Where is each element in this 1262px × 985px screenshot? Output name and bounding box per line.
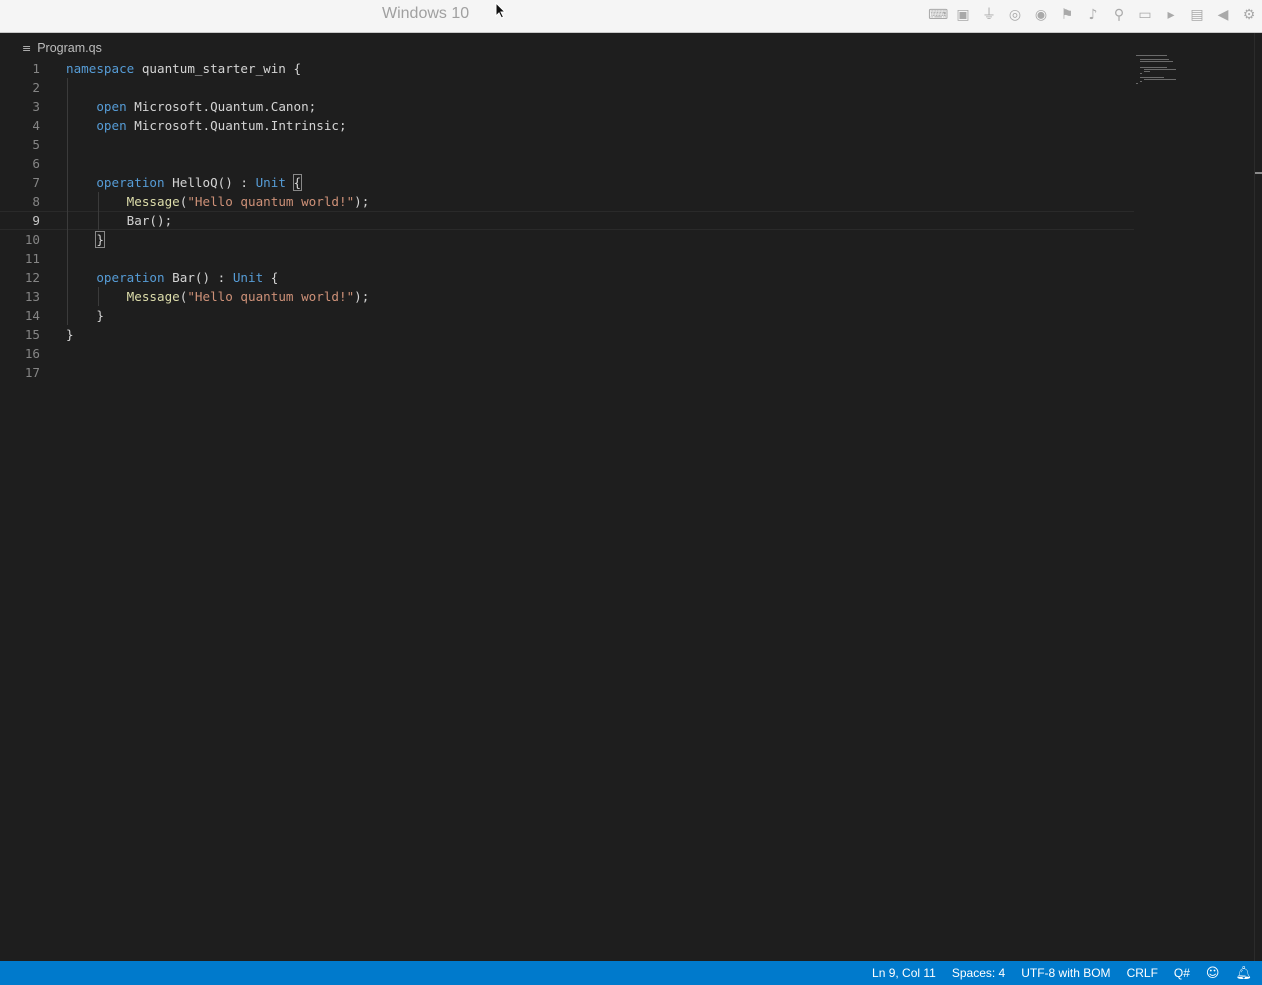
line-number: 10	[24, 232, 40, 247]
code-line[interactable]: 8 Message("Hello quantum world!");	[0, 192, 1134, 211]
line-number: 4	[32, 118, 40, 133]
file-encoding[interactable]: UTF-8 with BOM	[1021, 966, 1110, 980]
code-line[interactable]: 10 }	[0, 230, 1134, 249]
line-number: 3	[32, 99, 40, 114]
cursor-position[interactable]: Ln 9, Col 11	[872, 966, 936, 980]
line-number: 13	[24, 289, 40, 304]
feedback-icon[interactable]: ☺	[1206, 966, 1220, 981]
minimap-line	[1144, 71, 1150, 72]
line-number: 14	[24, 308, 40, 323]
code-text[interactable]: operation HelloQ() : Unit {	[66, 173, 303, 192]
minimap-line	[1136, 83, 1138, 84]
line-ending[interactable]: CRLF	[1127, 966, 1158, 980]
code-line[interactable]: 7 operation HelloQ() : Unit {	[0, 173, 1134, 192]
code-text[interactable]: namespace quantum_starter_win {	[66, 59, 301, 78]
minimap-line	[1144, 79, 1176, 80]
breadcrumb-filename[interactable]: Program.qs	[37, 41, 102, 55]
cd-disabled-icon[interactable]: ◎	[1006, 6, 1024, 24]
line-number: 11	[24, 251, 40, 266]
code-text[interactable]: open Microsoft.Quantum.Canon;	[66, 97, 316, 116]
shared-folder-icon[interactable]: ▤	[1188, 6, 1206, 24]
minimap-line	[1140, 77, 1164, 78]
network-icon[interactable]: ⚑	[1058, 6, 1076, 24]
minimap-line	[1140, 67, 1167, 68]
vertical-scrollbar[interactable]	[1254, 33, 1262, 961]
code-line[interactable]: 4 open Microsoft.Quantum.Intrinsic;	[0, 116, 1134, 135]
code-text[interactable]: Message("Hello quantum world!");	[66, 192, 370, 211]
code-line[interactable]: 14 }	[0, 306, 1134, 325]
line-number: 7	[32, 175, 40, 190]
code-line[interactable]: 1 namespace quantum_starter_win {	[0, 59, 1134, 78]
code-area[interactable]: 1 namespace quantum_starter_win { 2 3 open …	[0, 59, 1134, 382]
minimap[interactable]	[1136, 55, 1254, 95]
usb-icon[interactable]: ⏚	[980, 6, 998, 24]
microphone-icon[interactable]: ⚲	[1110, 6, 1128, 24]
line-number: 1	[32, 61, 40, 76]
code-text[interactable]: open Microsoft.Quantum.Intrinsic;	[66, 116, 346, 135]
line-number: 12	[24, 270, 40, 285]
indent-guide	[67, 78, 68, 325]
code-line[interactable]: 9 Bar();	[0, 211, 1134, 230]
code-line[interactable]: 11	[0, 249, 1134, 268]
minimap-line	[1140, 59, 1169, 60]
line-number: 8	[32, 194, 40, 209]
line-number: 6	[32, 156, 40, 171]
indentation-setting[interactable]: Spaces: 4	[952, 966, 1005, 980]
minimap-line	[1136, 55, 1167, 56]
code-editor[interactable]: ≡ Program.qs 1 namespace quantum_starter_…	[0, 33, 1262, 961]
speaker-icon[interactable]: ♪	[1084, 6, 1102, 24]
line-number: 16	[24, 346, 40, 361]
back-arrow-icon[interactable]: ◀	[1214, 6, 1232, 24]
scroll-position-marker	[1255, 172, 1262, 174]
vm-window-title: Windows 10	[382, 5, 470, 22]
line-number: 9	[32, 213, 40, 228]
code-line[interactable]: 2	[0, 78, 1134, 97]
minimap-line	[1140, 61, 1173, 62]
keyboard-icon[interactable]: ⌨	[928, 6, 948, 24]
language-mode[interactable]: Q#	[1174, 966, 1190, 980]
mouse-pointer-icon	[495, 2, 507, 19]
floppy-icon[interactable]: ▭	[1136, 6, 1154, 24]
indent-guide	[98, 287, 99, 306]
indent-guide	[98, 192, 99, 230]
code-line[interactable]: 6	[0, 154, 1134, 173]
status-bar-right: Ln 9, Col 11 Spaces: 4 UTF-8 with BOM CR…	[872, 961, 1252, 985]
minimap-line	[1140, 73, 1142, 74]
code-line[interactable]: 12 operation Bar() : Unit {	[0, 268, 1134, 287]
code-line[interactable]: 16	[0, 344, 1134, 363]
breadcrumb[interactable]: ≡ Program.qs	[22, 41, 102, 55]
minimap-line	[1140, 81, 1142, 82]
code-line[interactable]: 17	[0, 363, 1134, 382]
code-text[interactable]: }	[66, 306, 104, 325]
minimap-line	[1144, 69, 1176, 70]
line-number: 5	[32, 137, 40, 152]
disc-disabled-icon[interactable]: ◉	[1032, 6, 1050, 24]
camera-icon[interactable]: ▸	[1162, 6, 1180, 24]
vm-toolbar: ⌨ ▣ ⏚ ◎ ◉ ⚑ ♪ ⚲ ▭ ▸ ▤ ◀ ⚙	[928, 6, 1258, 24]
file-lines-icon: ≡	[22, 41, 32, 55]
line-number: 17	[24, 365, 40, 380]
status-bar: Ln 9, Col 11 Spaces: 4 UTF-8 with BOM CR…	[0, 961, 1262, 985]
code-text[interactable]: }	[66, 325, 74, 344]
code-line[interactable]: 15}	[0, 325, 1134, 344]
code-line[interactable]: 5	[0, 135, 1134, 154]
vm-title-bar: Windows 10 ⌨ ▣ ⏚ ◎ ◉ ⚑ ♪ ⚲ ▭ ▸ ▤ ◀ ⚙	[0, 0, 1262, 33]
cpu-icon[interactable]: ▣	[954, 6, 972, 24]
settings-gear-icon[interactable]: ⚙	[1240, 6, 1258, 24]
line-number: 2	[32, 80, 40, 95]
code-text[interactable]: Bar();	[66, 212, 173, 229]
bell-icon[interactable]: 🔔︎	[1235, 966, 1252, 981]
line-number: 15	[24, 327, 40, 342]
code-text[interactable]: operation Bar() : Unit {	[66, 268, 278, 287]
code-text[interactable]: }	[66, 230, 105, 249]
code-text[interactable]: Message("Hello quantum world!");	[66, 287, 370, 306]
code-line[interactable]: 3 open Microsoft.Quantum.Canon;	[0, 97, 1134, 116]
code-line[interactable]: 13 Message("Hello quantum world!");	[0, 287, 1134, 306]
